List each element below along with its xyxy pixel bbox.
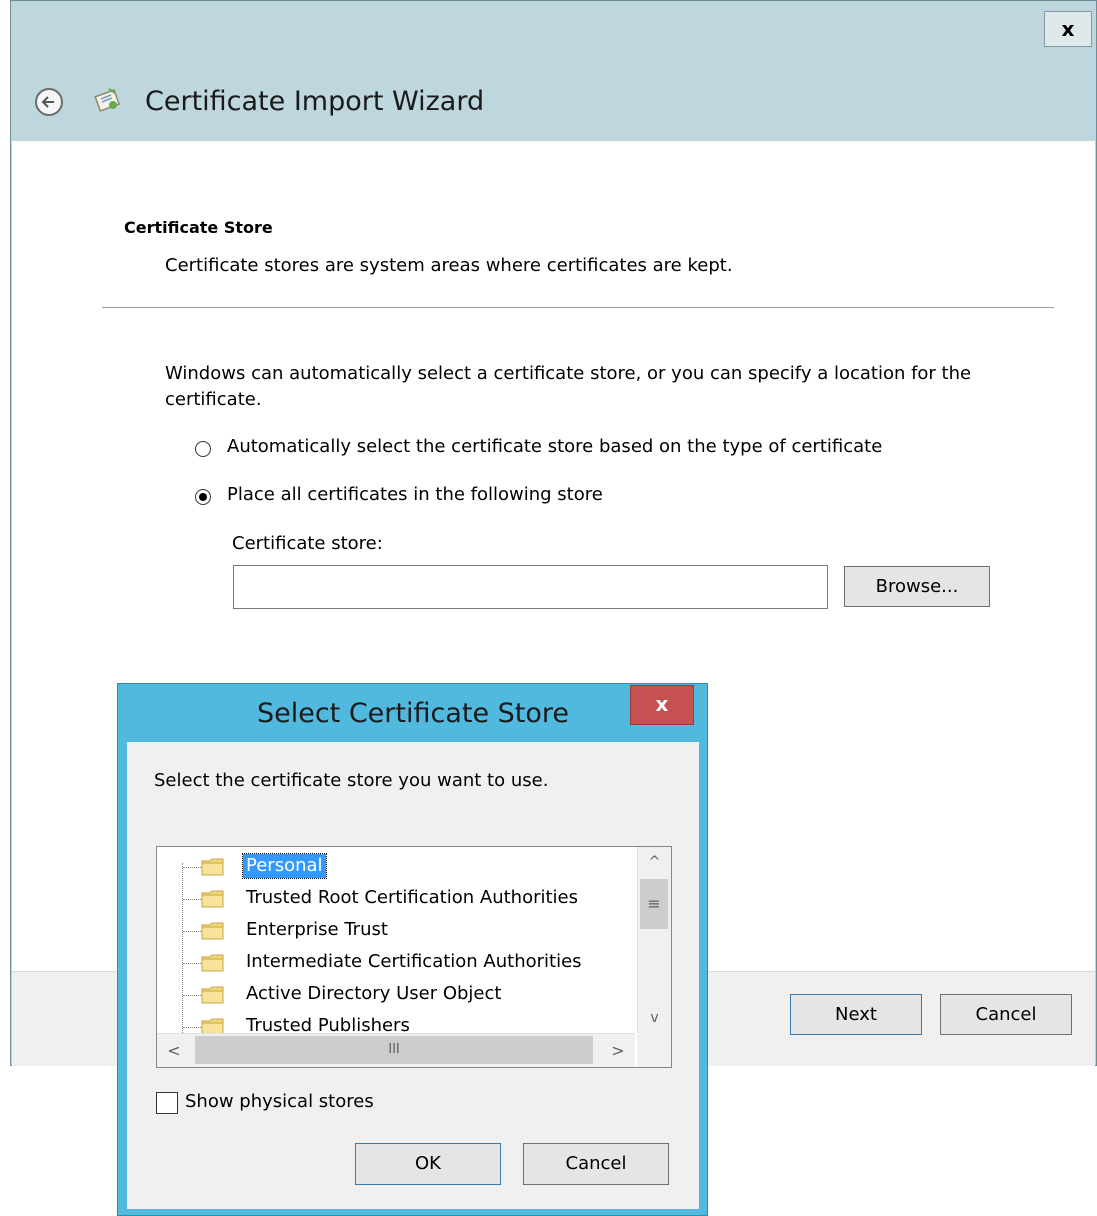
dialog-title: Select Certificate Store <box>256 698 570 729</box>
scrollbar-corner <box>637 1033 671 1067</box>
dialog-cancel-button[interactable]: Cancel <box>523 1143 669 1185</box>
page-heading: Certificate Store <box>124 218 273 237</box>
dialog-prompt: Select the certificate store you want to… <box>154 770 549 791</box>
ok-button[interactable]: OK <box>355 1143 501 1185</box>
wizard-close-button[interactable]: x <box>1044 11 1092 47</box>
folder-icon <box>201 857 225 877</box>
back-arrow-icon[interactable] <box>35 88 63 116</box>
folder-icon <box>201 985 225 1005</box>
scroll-down-icon[interactable]: v <box>638 1003 671 1033</box>
show-physical-stores-label[interactable]: Show physical stores <box>185 1091 374 1112</box>
scroll-left-icon[interactable]: < <box>157 1034 191 1067</box>
certificate-store-input[interactable] <box>233 565 828 609</box>
horizontal-scrollbar[interactable]: < III > <box>157 1033 635 1067</box>
select-certificate-store-dialog: Select Certificate Store x Select the ce… <box>117 683 708 1216</box>
tree-item-label: Enterprise Trust <box>246 919 388 940</box>
auto-select-label[interactable]: Automatically select the certificate sto… <box>227 436 882 457</box>
place-all-radio[interactable] <box>195 489 211 505</box>
dialog-close-button[interactable]: x <box>630 685 694 725</box>
tree-item[interactable]: Intermediate Certification Authorities <box>157 947 635 979</box>
separator <box>102 307 1054 308</box>
auto-select-radio[interactable] <box>195 441 211 457</box>
next-button[interactable]: Next <box>790 994 922 1035</box>
tree-connector <box>183 995 201 996</box>
folder-icon <box>201 1017 225 1033</box>
tree-item[interactable]: Personal <box>157 851 635 883</box>
scroll-right-icon[interactable]: > <box>601 1034 635 1067</box>
tree-item-label: Intermediate Certification Authorities <box>246 951 582 972</box>
horizontal-scroll-thumb[interactable]: III <box>195 1036 593 1064</box>
wizard-cancel-button[interactable]: Cancel <box>940 994 1072 1035</box>
folder-icon <box>201 889 225 909</box>
tree-connector <box>183 899 201 900</box>
certificate-icon <box>93 85 125 117</box>
tree-connector <box>183 931 201 932</box>
tree-item[interactable]: Active Directory User Object <box>157 979 635 1011</box>
vertical-scroll-thumb[interactable]: ≡ <box>640 879 668 929</box>
scroll-up-icon[interactable]: ^ <box>638 847 671 877</box>
tree-connector <box>183 1027 201 1028</box>
tree-item[interactable]: Trusted Publishers <box>157 1011 635 1033</box>
certificate-store-label: Certificate store: <box>232 533 383 554</box>
page-description: Certificate stores are system areas wher… <box>165 255 733 276</box>
tree-item[interactable]: Trusted Root Certification Authorities <box>157 883 635 915</box>
wizard-title: Certificate Import Wizard <box>145 86 485 117</box>
folder-icon <box>201 921 225 941</box>
vertical-scrollbar[interactable]: ^ ≡ v <box>637 847 671 1033</box>
folder-icon <box>201 953 225 973</box>
tree-item-label: Trusted Publishers <box>246 1015 410 1033</box>
tree-items: Personal Trusted Root Certification Autho… <box>157 847 635 1033</box>
tree-item-label: Trusted Root Certification Authorities <box>246 887 578 908</box>
dialog-body: Select the certificate store you want to… <box>127 742 699 1209</box>
tree-item-label: Active Directory User Object <box>246 983 502 1004</box>
place-all-label[interactable]: Place all certificates in the following … <box>227 484 603 505</box>
tree-item-label: Personal <box>242 853 327 879</box>
browse-button[interactable]: Browse... <box>844 566 990 607</box>
intro-text: Windows can automatically select a certi… <box>165 363 972 410</box>
tree-item[interactable]: Enterprise Trust <box>157 915 635 947</box>
tree-connector <box>183 867 201 868</box>
certificate-store-tree[interactable]: Personal Trusted Root Certification Autho… <box>156 846 672 1068</box>
show-physical-stores-checkbox[interactable] <box>156 1092 178 1114</box>
tree-connector <box>183 963 201 964</box>
